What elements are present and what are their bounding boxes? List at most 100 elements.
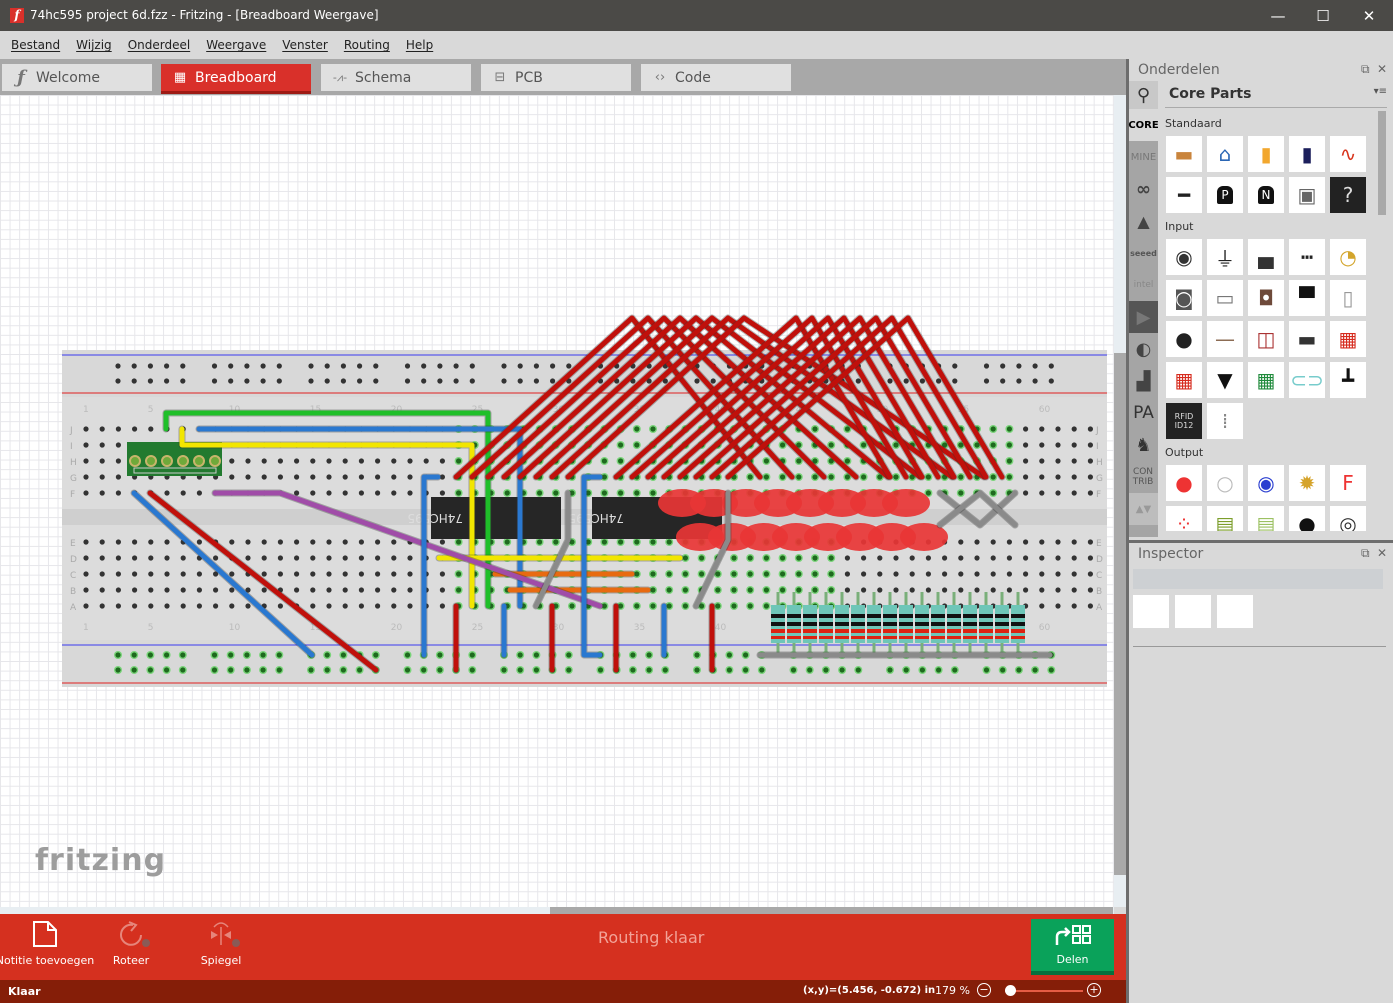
menu-onderdeel[interactable]: Onderdeel [120,31,199,59]
panel-close-icon[interactable]: ✕ [1377,62,1387,76]
part-battery[interactable]: ◔ [1330,239,1366,275]
factory-icon[interactable]: ▟ [1129,365,1158,397]
part-toggle-switch[interactable]: ▀ [1289,280,1325,316]
maximize-button[interactable]: ☐ [1300,0,1346,31]
part-tilt-sensor[interactable]: ▯ [1330,280,1366,316]
part-pushbutton[interactable]: ◘ [1248,280,1284,316]
resistor-band [995,636,1009,639]
part-npn-transistor[interactable]: N [1248,177,1284,213]
zoom-slider-handle[interactable] [1004,985,1016,996]
part-sparkfun-board[interactable]: ▦ [1166,362,1202,398]
intel-icon[interactable]: intel [1129,269,1158,301]
seeed-icon[interactable]: seeed [1129,237,1158,269]
play-icon[interactable]: ▶ [1129,301,1158,333]
part-mystery-part[interactable]: ? [1330,177,1366,213]
menu-wijzig[interactable]: Wijzig [68,31,120,59]
part-led-matrix[interactable]: ⁘ [1166,506,1202,531]
part-electrolytic-capacitor[interactable]: ▮ [1289,136,1325,172]
snootlab-icon[interactable]: ◐ [1129,333,1158,365]
tab-breadboard[interactable]: ▦ Breadboard [161,64,311,94]
part-lcd-display[interactable]: ▤ [1207,506,1243,531]
part-lcd-display-2[interactable]: ▤ [1248,506,1284,531]
tab-schema[interactable]: -⩘- Schema [321,64,471,91]
breadboard-scene[interactable]: J JI IH HG GF FE ED DC CB BA A11551010151520202525… [0,95,1114,907]
breadboard-hole [958,490,964,496]
part-ceramic-capacitor[interactable]: ⌂ [1207,136,1243,172]
part-accelerometer[interactable]: ▦ [1330,321,1366,357]
rail-hole [694,652,700,658]
part-piezo-buzzer[interactable]: ● [1289,506,1325,531]
arduino-icon[interactable]: ∞ [1129,173,1158,205]
section-output: Output [1165,446,1204,459]
part-blue-led[interactable]: ◉ [1248,465,1284,501]
part-red-led[interactable]: ● [1166,465,1202,501]
title-bar: f 74hc595 project 6d.fzz - Fritzing - [B… [0,0,1393,31]
part-inductor[interactable]: ∿ [1330,136,1366,172]
part-tantalum-capacitor[interactable]: ▮ [1248,136,1284,172]
sparkfun-icon[interactable]: ▲ [1129,205,1158,237]
bin-menu-icon[interactable]: ▾≡ [1374,86,1387,97]
part-fsr-sensor[interactable]: ● [1166,321,1202,357]
part-power-led[interactable]: ✹ [1289,465,1325,501]
breadboard-hole [310,571,316,577]
animal-icon[interactable]: ♞ [1129,429,1158,461]
scroll-arrows-icon[interactable]: ▲▼ [1129,493,1158,525]
zoom-slider[interactable] [1005,990,1083,992]
rail-hole [1032,667,1038,673]
tab-welcome[interactable]: ƒ Welcome [2,64,152,91]
part-diode[interactable]: ━ [1166,177,1202,213]
bin-tab-contrib[interactable]: CON TRIB [1131,461,1155,493]
part-distance-sensor[interactable]: ▬ [1289,321,1325,357]
part-rotary-encoder[interactable]: ◙ [1166,280,1202,316]
bin-tab-core[interactable]: CORE [1128,109,1159,141]
part-speaker[interactable]: ◎ [1330,506,1366,531]
menu-help[interactable]: Help [398,31,441,59]
undock-icon[interactable]: ⧉ [1361,62,1370,77]
share-button[interactable]: Delen [1031,919,1114,975]
standard-parts-grid: ▬ ⌂ ▮ ▮ ∿ ━ P N ▣? [1166,136,1366,213]
panel-close-icon[interactable]: ✕ [1377,546,1387,560]
rail-hole [1016,667,1022,673]
menu-routing[interactable]: Routing [336,31,398,59]
part-temperature-sensor[interactable]: ▼ [1207,362,1243,398]
part-potentiometer[interactable]: ◉ [1166,239,1202,275]
zoom-in-button[interactable]: + [1087,983,1101,997]
tab-code[interactable]: ‹› Code [641,64,791,91]
part-reed-switch[interactable]: ⊂⊃ [1289,362,1325,398]
menu-venster[interactable]: Venster [274,31,336,59]
undock-icon[interactable]: ⧉ [1361,546,1370,561]
part-pnp-transistor[interactable]: P [1207,177,1243,213]
parts-search-tab[interactable]: ⚲ [1129,81,1158,109]
flip-button[interactable]: Spiegel [198,914,244,980]
canvas-vertical-scrollbar[interactable] [1114,95,1126,907]
tab-pcb[interactable]: ⊟ PCB [481,64,631,91]
bin-tab-mine[interactable]: MINE [1129,141,1158,173]
part-joystick[interactable]: ┻ [1330,362,1366,398]
zoom-out-button[interactable]: − [977,983,991,997]
add-note-button[interactable]: Notitie toevoegen [0,914,94,980]
part-seven-segment-display[interactable]: F [1330,465,1366,501]
part-resistor[interactable]: ▬ [1166,136,1202,172]
part-green-module[interactable]: ▦ [1248,362,1284,398]
canvas-horizontal-scrollbar[interactable] [0,907,1114,914]
part-rfid-reader[interactable]: RFID ID12 [1166,403,1202,439]
part-mosfet[interactable]: ▣ [1289,177,1325,213]
part-rotary-potentiometer[interactable]: ⏚ [1207,239,1243,275]
part-humidity-sensor[interactable]: ⁞ [1207,403,1243,439]
menu-weergave[interactable]: Weergave [198,31,274,59]
minimize-button[interactable]: — [1255,0,1301,31]
pa-icon[interactable]: PA [1129,397,1158,429]
part-photocell[interactable]: ◫ [1248,321,1284,357]
part-header-strip[interactable]: ┅ [1289,239,1325,275]
close-button[interactable]: ✕ [1346,0,1392,31]
breadboard-canvas[interactable]: J J I I H H G G F F E E D D C C B B A A 1 1 5 5 10 10 15 15 20 20 25 25… [0,95,1114,907]
part-flex-wire[interactable]: — [1207,321,1243,357]
horizontal-scroll-thumb[interactable] [550,907,1113,914]
part-fuse[interactable]: ▭ [1207,280,1243,316]
parts-scrollbar[interactable] [1378,111,1386,215]
part-slide-switch[interactable]: ▄ [1248,239,1284,275]
rotate-button[interactable]: Roteer [108,914,154,980]
vertical-scroll-thumb[interactable] [1114,353,1126,875]
menu-bestand[interactable]: Bestand [3,31,68,59]
part-rgb-led[interactable]: ○ [1207,465,1243,501]
